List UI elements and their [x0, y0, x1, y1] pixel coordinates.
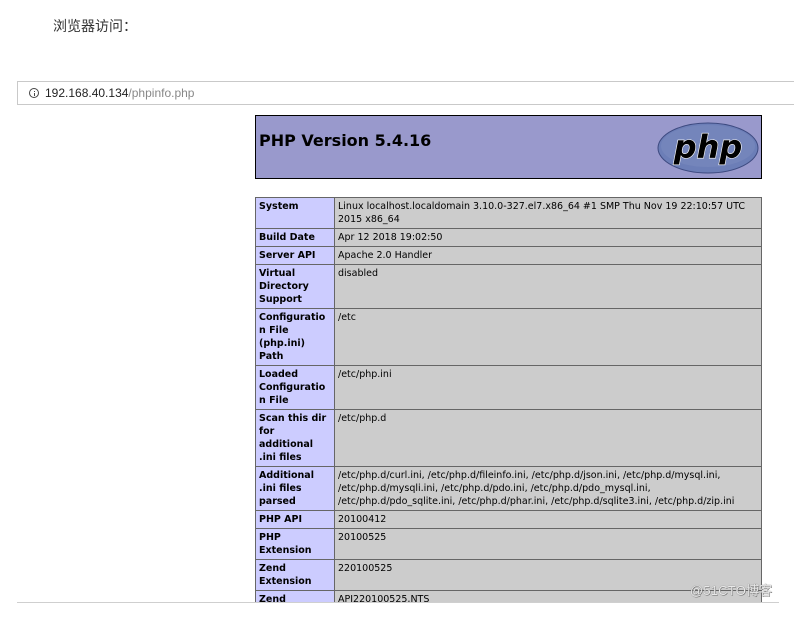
row-label: Configuration File (php.ini) Path [255, 308, 335, 366]
row-value: Apr 12 2018 19:02:50 [334, 228, 762, 247]
row-value: 20100525 [334, 528, 762, 560]
table-row: Loaded Configuration File/etc/php.ini [255, 365, 762, 410]
row-value: Linux localhost.localdomain 3.10.0-327.e… [334, 197, 762, 229]
row-value: Apache 2.0 Handler [334, 246, 762, 265]
watermark: @51CTO博客 [690, 583, 773, 598]
info-icon[interactable] [29, 88, 39, 98]
row-value: 20100412 [334, 510, 762, 529]
row-label: Build Date [255, 228, 335, 247]
bottom-divider [17, 602, 779, 603]
table-row: PHP API 20100412 [255, 510, 762, 529]
page-caption: 浏览器访问： [53, 19, 137, 35]
phpinfo-page: PHP Version 5.4.16 php System Linux local… [255, 115, 762, 602]
table-row: Virtual Directory Support disabled [255, 264, 762, 309]
table-row: PHP Extension 20100525 [255, 528, 762, 560]
row-value: /etc/php.d/curl.ini, /etc/php.d/fileinfo… [334, 466, 762, 511]
php-logo[interactable]: php [657, 122, 759, 174]
table-row: Server API Apache 2.0 Handler [255, 246, 762, 265]
row-label: Virtual Directory Support [255, 264, 335, 309]
row-label: Additional .ini files parsed [255, 466, 335, 511]
row-label: Loaded Configuration File [255, 365, 335, 410]
table-row: Scan this dir for additional .ini files /… [255, 409, 762, 467]
url-host: 192.168.40.134 [45, 86, 129, 100]
table-row: Zend Extension 220100525 [255, 559, 762, 591]
row-label: PHP Extension [255, 528, 335, 560]
php-version-title: PHP Version 5.4.16 [259, 131, 432, 150]
row-value: /etc/php.d [334, 409, 762, 467]
table-row: Zend API220100525,NTS [255, 590, 762, 602]
row-label: Zend [255, 590, 335, 602]
row-label: PHP API [255, 510, 335, 529]
row-value: /etc [334, 308, 762, 366]
address-bar[interactable]: 192.168.40.134/phpinfo.php [17, 81, 794, 105]
phpinfo-header: PHP Version 5.4.16 php [255, 115, 762, 179]
phpinfo-table: System Linux localhost.localdomain 3.10.0… [255, 197, 762, 602]
url-path: /phpinfo.php [128, 86, 195, 100]
row-label: System [255, 197, 335, 229]
table-row: System Linux localhost.localdomain 3.10.0… [255, 197, 762, 229]
row-value: /etc/php.ini [334, 365, 762, 410]
row-value: disabled [334, 264, 762, 309]
table-row: Build Date Apr 12 2018 19:02:50 [255, 228, 762, 247]
row-label: Scan this dir for additional .ini files [255, 409, 335, 467]
table-row: Configuration File (php.ini) Path/etc [255, 308, 762, 366]
php-logo-text: php [673, 128, 743, 166]
row-label: Server API [255, 246, 335, 265]
row-label: Zend Extension [255, 559, 335, 591]
table-row: Additional .ini files parsed/etc/php.d/c… [255, 466, 762, 511]
